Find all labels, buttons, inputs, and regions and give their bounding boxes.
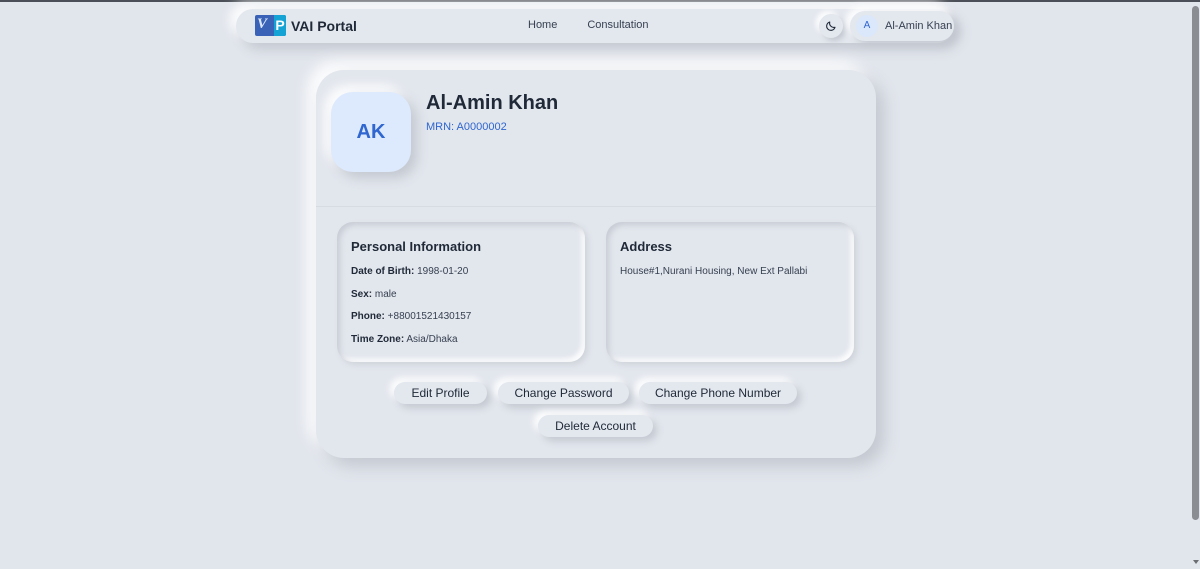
user-name: Al-Amin Khan bbox=[885, 20, 953, 32]
edit-profile-button[interactable]: Edit Profile bbox=[394, 382, 487, 404]
address-title: Address bbox=[620, 239, 673, 254]
nav-link-home[interactable]: Home bbox=[528, 19, 557, 31]
personal-information-title: Personal Information bbox=[351, 239, 482, 254]
divider bbox=[316, 206, 876, 207]
vai-logo: V P bbox=[255, 15, 286, 36]
address-panel: Address House#1,Nurani Housing, New Ext … bbox=[606, 222, 854, 362]
scrollbar-thumb[interactable] bbox=[1192, 6, 1199, 520]
scroll-down-arrow-icon[interactable] bbox=[1193, 560, 1199, 564]
change-phone-number-button[interactable]: Change Phone Number bbox=[639, 382, 797, 404]
nav-links: Home Consultation bbox=[528, 19, 649, 31]
brand[interactable]: V P VAI Portal bbox=[255, 15, 357, 36]
profile-name: Al-Amin Khan bbox=[426, 92, 559, 114]
moon-icon bbox=[826, 21, 836, 31]
theme-toggle-button[interactable] bbox=[819, 14, 843, 38]
vertical-scrollbar[interactable] bbox=[1191, 2, 1200, 569]
nav-link-consultation[interactable]: Consultation bbox=[587, 19, 648, 31]
time-zone-row: Time Zone: Asia/Dhaka bbox=[351, 334, 458, 345]
phone-row: Phone: +88001521430157 bbox=[351, 311, 472, 322]
profile-mrn: MRN: A0000002 bbox=[426, 121, 507, 133]
user-menu-button[interactable]: A Al-Amin Khan bbox=[850, 11, 954, 41]
brand-name: VAI Portal bbox=[291, 17, 357, 34]
profile-avatar: AK bbox=[331, 92, 411, 172]
dob-row: Date of Birth: 1998-01-20 bbox=[351, 266, 469, 277]
change-password-button[interactable]: Change Password bbox=[498, 382, 629, 404]
user-avatar: A bbox=[856, 15, 878, 37]
window-top-border bbox=[0, 0, 1200, 2]
sex-row: Sex: male bbox=[351, 289, 397, 300]
address-text: House#1,Nurani Housing, New Ext Pallabi bbox=[620, 266, 808, 277]
delete-account-button[interactable]: Delete Account bbox=[538, 415, 653, 437]
personal-information-panel: Personal Information Date of Birth: 1998… bbox=[337, 222, 585, 362]
top-navbar: V P VAI Portal Home Consultation A Al-Am… bbox=[236, 9, 954, 43]
profile-card: AK Al-Amin Khan MRN: A0000002 Personal I… bbox=[316, 70, 876, 458]
